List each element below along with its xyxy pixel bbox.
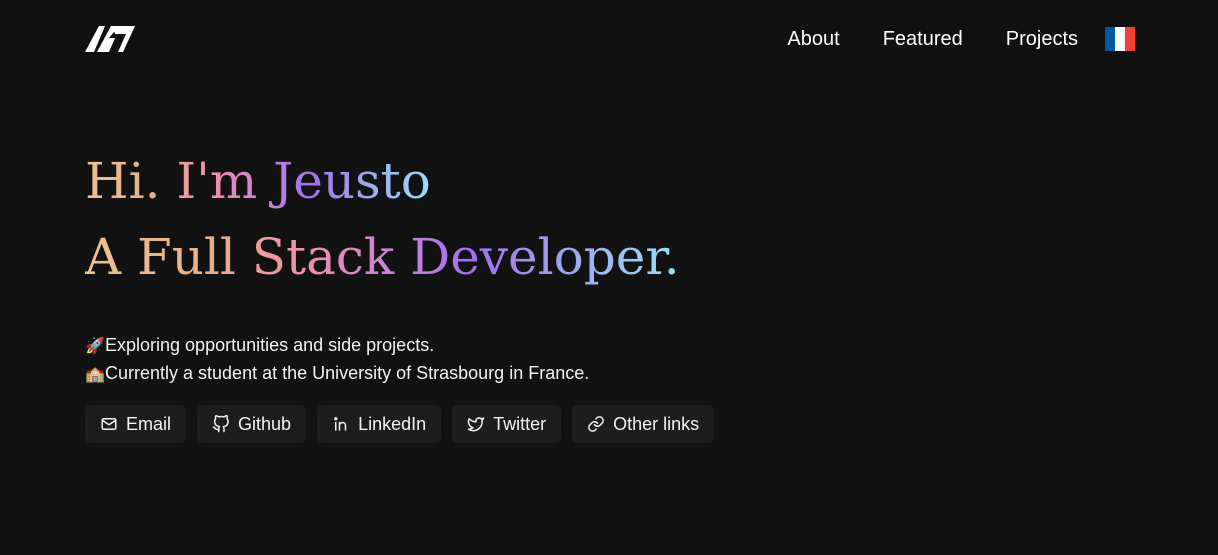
school-icon: 🏫 [85,366,105,383]
bio: 🚀Exploring opportunities and side projec… [85,332,589,388]
linkedin-label: LinkedIn [358,413,427,434]
french-flag-icon[interactable] [1105,27,1135,51]
github-button[interactable]: Github [197,405,307,443]
nav-about[interactable]: About [787,26,839,52]
twitter-icon [467,417,485,432]
linkedin-button[interactable]: LinkedIn [317,405,442,443]
bio-line: 🏫Currently a student at the University o… [85,360,589,388]
hero-title-text: A Full Stack Developer. [85,228,680,286]
bio-line: 🚀Exploring opportunities and side projec… [85,332,589,360]
hero-heading: Hi. I'm Jeusto A Full Stack Developer. [85,150,985,288]
github-label: Github [238,413,292,434]
mail-icon [101,418,117,430]
main-nav: About Featured Projects [787,26,1135,52]
email-button[interactable]: Email [85,405,187,443]
hero-greeting-text: Hi. I'm Jeusto [85,152,431,210]
hero-greeting: Hi. I'm Jeusto [85,150,985,212]
logo-icon[interactable] [85,24,135,52]
bio-text: Currently a student at the University of… [105,363,590,383]
link-icon [588,416,604,432]
rocket-icon: 🚀 [85,338,105,355]
hero-title: A Full Stack Developer. [85,226,985,288]
social-links: Email Github LinkedIn Twitter Other link… [85,405,725,443]
github-icon [212,415,229,433]
nav-projects[interactable]: Projects [1006,26,1078,52]
bio-text: Exploring opportunities and side project… [105,335,435,355]
nav-featured[interactable]: Featured [883,26,963,52]
linkedin-icon [334,417,347,431]
other-links-label: Other links [613,413,700,434]
other-links-button[interactable]: Other links [572,405,715,443]
site-header: About Featured Projects [0,0,1218,80]
twitter-label: Twitter [493,413,547,434]
email-label: Email [126,413,172,434]
twitter-button[interactable]: Twitter [452,405,562,443]
